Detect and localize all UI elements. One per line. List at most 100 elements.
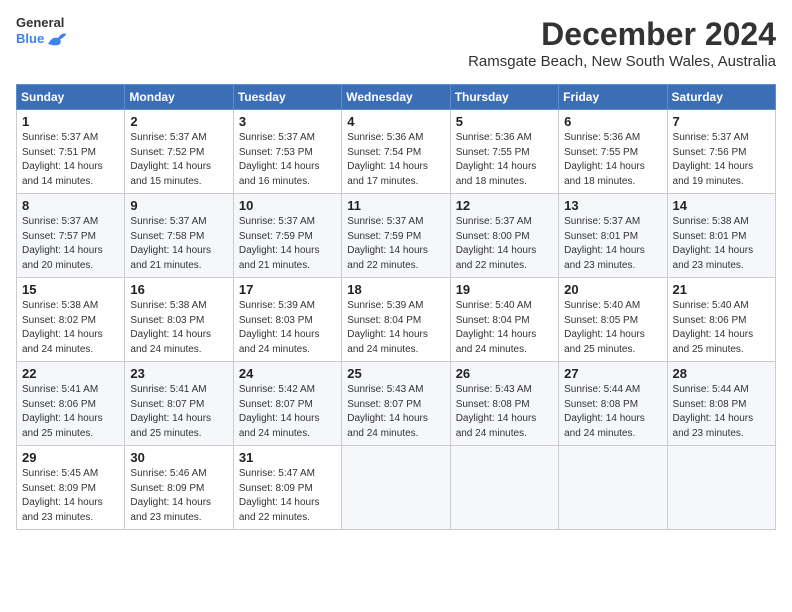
day-info: Sunrise: 5:40 AMSunset: 8:05 PMDaylight:…: [564, 299, 661, 357]
calendar-week-row: 29Sunrise: 5:45 AMSunset: 8:09 PMDayligh…: [17, 446, 776, 530]
day-number: 24: [239, 366, 336, 381]
day-info: Sunrise: 5:37 AMSunset: 8:00 PMDaylight:…: [456, 215, 553, 273]
day-info: Sunrise: 5:39 AMSunset: 8:04 PMDaylight:…: [347, 299, 444, 357]
day-number: 7: [673, 114, 770, 129]
table-row: 17 Sunrise: 5:39 AMSunset: 8:03 PMDayligh…: [233, 278, 341, 362]
table-row: [667, 446, 775, 530]
table-row: 3 Sunrise: 5:37 AMSunset: 7:53 PMDaylight…: [233, 110, 341, 194]
table-row: [450, 446, 558, 530]
day-info: Sunrise: 5:37 AMSunset: 7:58 PMDaylight:…: [130, 215, 227, 273]
table-row: 6Sunrise: 5:36 AMSunset: 7:55 PMDaylight…: [559, 110, 667, 194]
day-info: Sunrise: 5:37 AMSunset: 7:59 PMDaylight:…: [239, 215, 336, 273]
table-row: 7 Sunrise: 5:37 AMSunset: 7:56 PMDaylight…: [667, 110, 775, 194]
day-info: Sunrise: 5:37 AMSunset: 8:01 PMDaylight:…: [564, 215, 661, 273]
col-sunday: Sunday: [17, 85, 125, 110]
calendar-week-row: 8 Sunrise: 5:37 AMSunset: 7:57 PMDaylight…: [17, 194, 776, 278]
day-info: Sunrise: 5:38 AMSunset: 8:03 PMDaylight:…: [130, 299, 227, 357]
day-number: 5: [456, 114, 553, 129]
day-info: Sunrise: 5:43 AMSunset: 8:07 PMDaylight:…: [347, 383, 444, 441]
day-number: 12: [456, 198, 553, 213]
table-row: 18 Sunrise: 5:39 AMSunset: 8:04 PMDayligh…: [342, 278, 450, 362]
day-number: 9: [130, 198, 227, 213]
calendar-subtitle: Ramsgate Beach, New South Wales, Austral…: [468, 53, 776, 70]
col-monday: Monday: [125, 85, 233, 110]
col-thursday: Thursday: [450, 85, 558, 110]
day-number: 26: [456, 366, 553, 381]
day-number: 14: [673, 198, 770, 213]
table-row: 10 Sunrise: 5:37 AMSunset: 7:59 PMDayligh…: [233, 194, 341, 278]
day-info: Sunrise: 5:37 AMSunset: 7:56 PMDaylight:…: [673, 131, 770, 189]
table-row: 12 Sunrise: 5:37 AMSunset: 8:00 PMDayligh…: [450, 194, 558, 278]
day-number: 15: [22, 282, 119, 297]
calendar-title: December 2024: [468, 16, 776, 53]
day-info: Sunrise: 5:44 AMSunset: 8:08 PMDaylight:…: [564, 383, 661, 441]
day-info: Sunrise: 5:37 AMSunset: 7:57 PMDaylight:…: [22, 215, 119, 273]
table-row: 15 Sunrise: 5:38 AMSunset: 8:02 PMDayligh…: [17, 278, 125, 362]
table-row: 31Sunrise: 5:47 AMSunset: 8:09 PMDayligh…: [233, 446, 341, 530]
day-number: 21: [673, 282, 770, 297]
day-number: 1: [22, 114, 119, 129]
table-row: 22Sunrise: 5:41 AMSunset: 8:06 PMDayligh…: [17, 362, 125, 446]
day-number: 13: [564, 198, 661, 213]
day-number: 23: [130, 366, 227, 381]
calendar-week-row: 22Sunrise: 5:41 AMSunset: 8:06 PMDayligh…: [17, 362, 776, 446]
table-row: 9 Sunrise: 5:37 AMSunset: 7:58 PMDaylight…: [125, 194, 233, 278]
table-row: 19 Sunrise: 5:40 AMSunset: 8:04 PMDayligh…: [450, 278, 558, 362]
table-row: 30 Sunrise: 5:46 AMSunset: 8:09 PMDayligh…: [125, 446, 233, 530]
day-number: 19: [456, 282, 553, 297]
day-info: Sunrise: 5:38 AMSunset: 8:01 PMDaylight:…: [673, 215, 770, 273]
table-row: 1Sunrise: 5:37 AMSunset: 7:51 PMDaylight…: [17, 110, 125, 194]
day-info: Sunrise: 5:42 AMSunset: 8:07 PMDaylight:…: [239, 383, 336, 441]
table-row: 16 Sunrise: 5:38 AMSunset: 8:03 PMDayligh…: [125, 278, 233, 362]
logo-bird-icon: [46, 30, 68, 48]
table-row: [559, 446, 667, 530]
calendar-header-row: Sunday Monday Tuesday Wednesday Thursday…: [17, 85, 776, 110]
day-number: 8: [22, 198, 119, 213]
logo: General Blue: [16, 16, 68, 48]
day-number: 3: [239, 114, 336, 129]
logo-general: General: [16, 16, 64, 30]
day-number: 17: [239, 282, 336, 297]
table-row: 23 Sunrise: 5:41 AMSunset: 8:07 PMDayligh…: [125, 362, 233, 446]
day-info: Sunrise: 5:40 AMSunset: 8:06 PMDaylight:…: [673, 299, 770, 357]
day-info: Sunrise: 5:37 AMSunset: 7:53 PMDaylight:…: [239, 131, 336, 189]
col-saturday: Saturday: [667, 85, 775, 110]
day-number: 18: [347, 282, 444, 297]
day-number: 20: [564, 282, 661, 297]
day-info: Sunrise: 5:39 AMSunset: 8:03 PMDaylight:…: [239, 299, 336, 357]
day-info: Sunrise: 5:36 AMSunset: 7:54 PMDaylight:…: [347, 131, 444, 189]
table-row: 4 Sunrise: 5:36 AMSunset: 7:54 PMDaylight…: [342, 110, 450, 194]
table-row: 21 Sunrise: 5:40 AMSunset: 8:06 PMDayligh…: [667, 278, 775, 362]
day-number: 16: [130, 282, 227, 297]
day-info: Sunrise: 5:40 AMSunset: 8:04 PMDaylight:…: [456, 299, 553, 357]
day-number: 10: [239, 198, 336, 213]
day-info: Sunrise: 5:43 AMSunset: 8:08 PMDaylight:…: [456, 383, 553, 441]
day-number: 4: [347, 114, 444, 129]
table-row: 11 Sunrise: 5:37 AMSunset: 7:59 PMDayligh…: [342, 194, 450, 278]
table-row: 28 Sunrise: 5:44 AMSunset: 8:08 PMDayligh…: [667, 362, 775, 446]
table-row: 13 Sunrise: 5:37 AMSunset: 8:01 PMDayligh…: [559, 194, 667, 278]
table-row: 26 Sunrise: 5:43 AMSunset: 8:08 PMDayligh…: [450, 362, 558, 446]
day-info: Sunrise: 5:44 AMSunset: 8:08 PMDaylight:…: [673, 383, 770, 441]
col-wednesday: Wednesday: [342, 85, 450, 110]
day-number: 27: [564, 366, 661, 381]
page-header: General Blue December 2024 Ramsgate Beac…: [16, 16, 776, 80]
day-info: Sunrise: 5:41 AMSunset: 8:06 PMDaylight:…: [22, 383, 119, 441]
table-row: 14 Sunrise: 5:38 AMSunset: 8:01 PMDayligh…: [667, 194, 775, 278]
day-info: Sunrise: 5:38 AMSunset: 8:02 PMDaylight:…: [22, 299, 119, 357]
day-number: 28: [673, 366, 770, 381]
day-number: 31: [239, 450, 336, 465]
day-number: 11: [347, 198, 444, 213]
day-info: Sunrise: 5:46 AMSunset: 8:09 PMDaylight:…: [130, 467, 227, 525]
title-block: December 2024 Ramsgate Beach, New South …: [468, 16, 776, 80]
table-row: 27 Sunrise: 5:44 AMSunset: 8:08 PMDayligh…: [559, 362, 667, 446]
day-info: Sunrise: 5:41 AMSunset: 8:07 PMDaylight:…: [130, 383, 227, 441]
calendar-week-row: 1Sunrise: 5:37 AMSunset: 7:51 PMDaylight…: [17, 110, 776, 194]
table-row: 20 Sunrise: 5:40 AMSunset: 8:05 PMDayligh…: [559, 278, 667, 362]
day-info: Sunrise: 5:36 AMSunset: 7:55 PMDaylight:…: [456, 131, 553, 189]
day-number: 30: [130, 450, 227, 465]
table-row: [342, 446, 450, 530]
day-info: Sunrise: 5:36 AMSunset: 7:55 PMDaylight:…: [564, 131, 661, 189]
day-info: Sunrise: 5:37 AMSunset: 7:59 PMDaylight:…: [347, 215, 444, 273]
table-row: 25Sunrise: 5:43 AMSunset: 8:07 PMDayligh…: [342, 362, 450, 446]
